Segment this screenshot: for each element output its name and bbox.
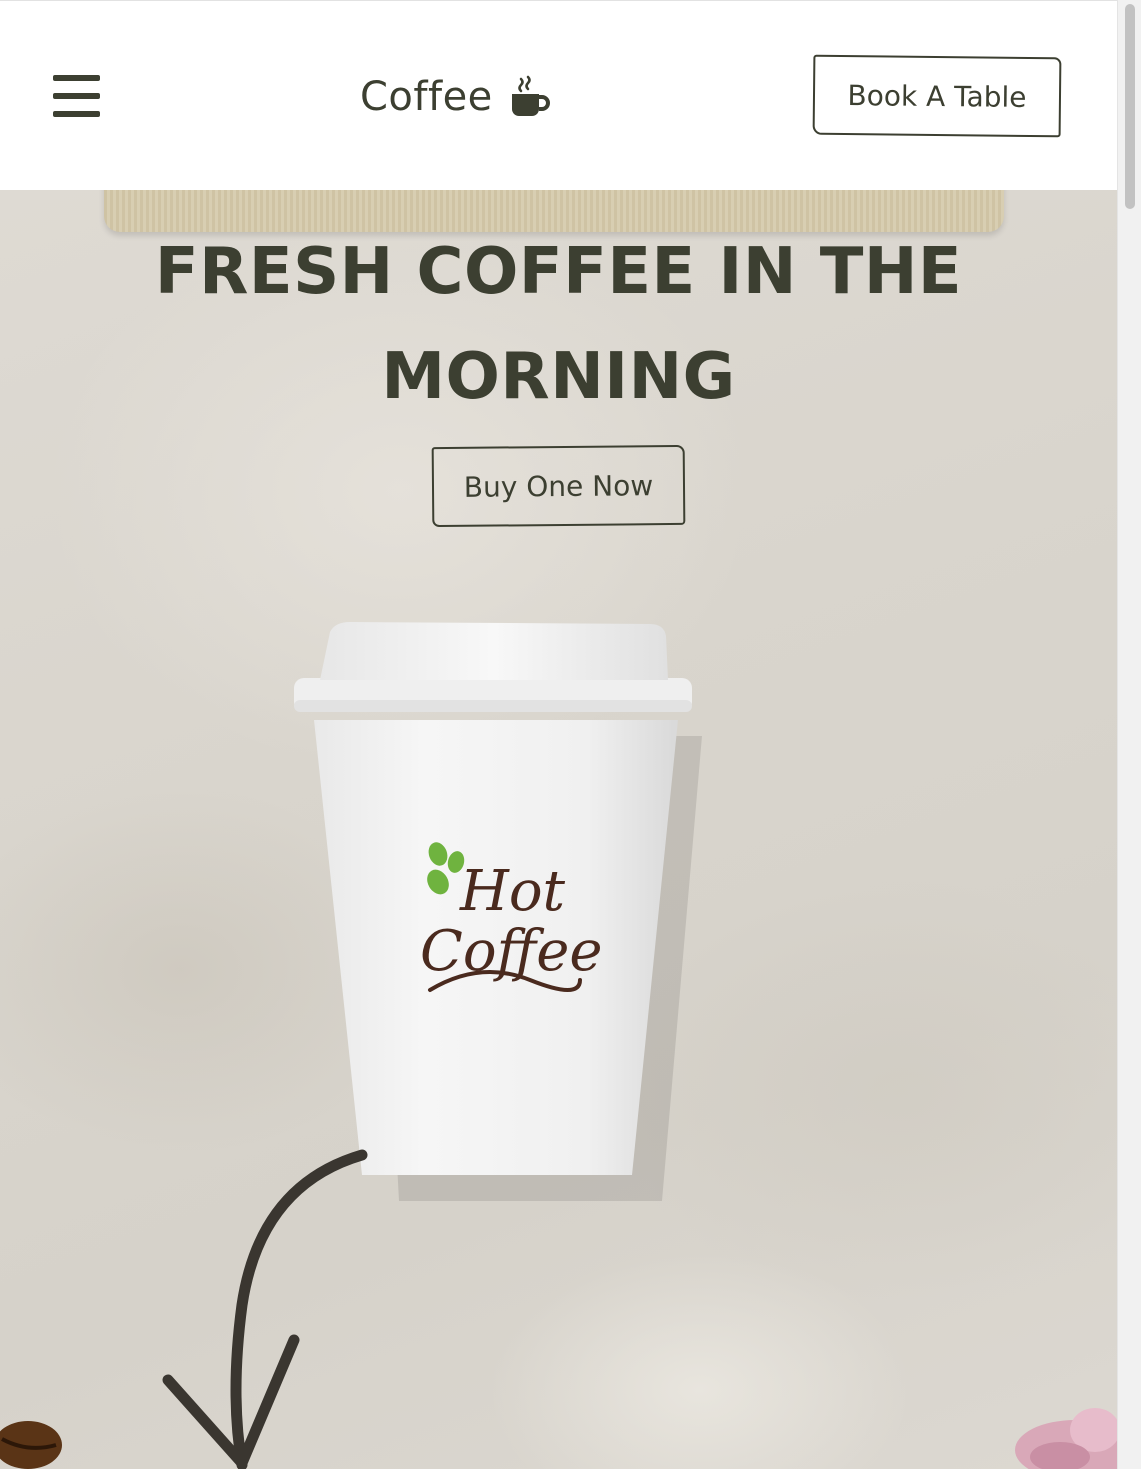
menu-bar	[53, 93, 100, 99]
page: Coffee Book A Table FRESH COFFEE IN THE …	[0, 0, 1117, 1469]
book-a-table-button[interactable]: Book A Table	[812, 54, 1062, 138]
curved-arrow-icon	[162, 1149, 368, 1469]
page-scrollbar[interactable]	[1117, 0, 1141, 1469]
menu-bar	[53, 111, 100, 117]
hero-title: FRESH COFFEE IN THE MORNING	[154, 235, 963, 414]
brand-logo-link[interactable]: Coffee	[360, 67, 553, 127]
hamburger-menu-icon[interactable]	[53, 75, 100, 117]
menu-bar	[53, 75, 100, 81]
coffee-mug-icon	[511, 75, 550, 116]
buy-one-now-button[interactable]: Buy One Now	[431, 444, 686, 528]
coffee-bean-decoration	[0, 1421, 62, 1469]
scrollbar-thumb[interactable]	[1125, 4, 1135, 209]
brand-name: Coffee	[360, 74, 493, 120]
coffee-cup-image: Hot Coffee	[294, 622, 702, 1201]
site-header: Coffee Book A Table	[0, 0, 1117, 190]
hero-section: FRESH COFFEE IN THE MORNING Buy One Now	[0, 190, 1117, 1469]
pink-flower-decoration	[1015, 1408, 1117, 1469]
cup-logo-line1: Hot	[459, 859, 566, 924]
